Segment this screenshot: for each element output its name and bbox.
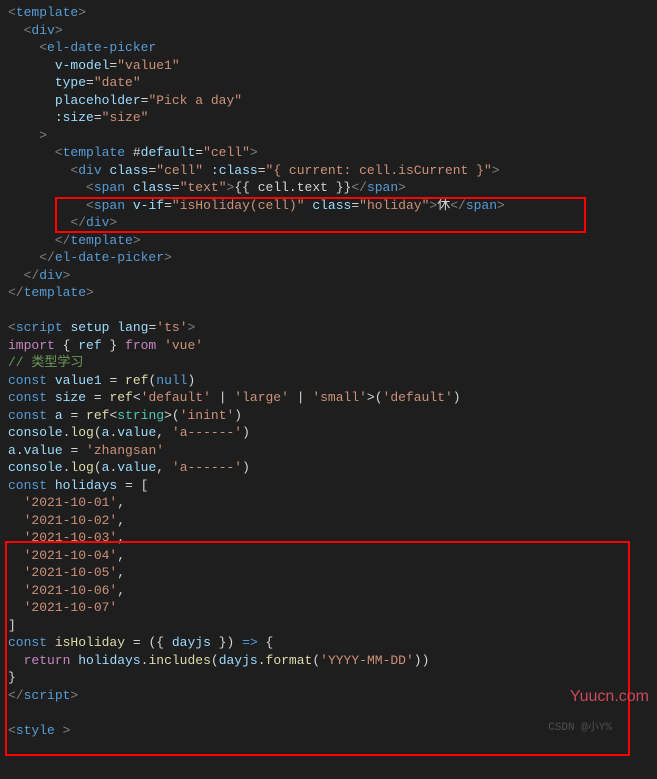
code-line: <template> [8, 4, 657, 22]
code-editor: <template> <div> <el-date-picker v-model… [0, 4, 657, 739]
code-line: import { ref } from 'vue' [8, 337, 657, 355]
code-line: const value1 = ref(null) [8, 372, 657, 390]
code-line: console.log(a.value, 'a------') [8, 424, 657, 442]
code-line: <div> [8, 22, 657, 40]
code-line: return holidays.includes(dayjs.format('Y… [8, 652, 657, 670]
code-line: :size="size" [8, 109, 657, 127]
code-line: const holidays = [ [8, 477, 657, 495]
code-line: // 类型学习 [8, 354, 657, 372]
code-line: type="date" [8, 74, 657, 92]
code-line: } [8, 669, 657, 687]
code-line: ] [8, 617, 657, 635]
watermark: CSDN @小Y% [548, 720, 612, 738]
code-line: <span class="text">{{ cell.text }}</span… [8, 179, 657, 197]
code-line: </div> [8, 267, 657, 285]
code-line: '2021-10-02', [8, 512, 657, 530]
code-line: '2021-10-07' [8, 599, 657, 617]
code-line: <script setup lang='ts'> [8, 319, 657, 337]
code-line: '2021-10-01', [8, 494, 657, 512]
code-line: const isHoliday = ({ dayjs }) => { [8, 634, 657, 652]
code-line: v-model="value1" [8, 57, 657, 75]
code-line: '2021-10-03', [8, 529, 657, 547]
code-line: const size = ref<'default' | 'large' | '… [8, 389, 657, 407]
code-line: </div> [8, 214, 657, 232]
code-line: > [8, 127, 657, 145]
code-line: placeholder="Pick a day" [8, 92, 657, 110]
code-line: </template> [8, 284, 657, 302]
code-line: '2021-10-05', [8, 564, 657, 582]
code-line: </el-date-picker> [8, 249, 657, 267]
code-line: '2021-10-06', [8, 582, 657, 600]
branding-text: Yuucn.com [570, 688, 649, 706]
code-line: '2021-10-04', [8, 547, 657, 565]
code-line [8, 302, 657, 320]
code-line: <div class="cell" :class="{ current: cel… [8, 162, 657, 180]
code-line: <el-date-picker [8, 39, 657, 57]
code-line: console.log(a.value, 'a------') [8, 459, 657, 477]
code-line: </template> [8, 232, 657, 250]
code-line: a.value = 'zhangsan' [8, 442, 657, 460]
code-line: <span v-if="isHoliday(cell)" class="holi… [8, 197, 657, 215]
code-line: <template #default="cell"> [8, 144, 657, 162]
code-line: const a = ref<string>('inint') [8, 407, 657, 425]
code-line: </script> [8, 687, 657, 705]
